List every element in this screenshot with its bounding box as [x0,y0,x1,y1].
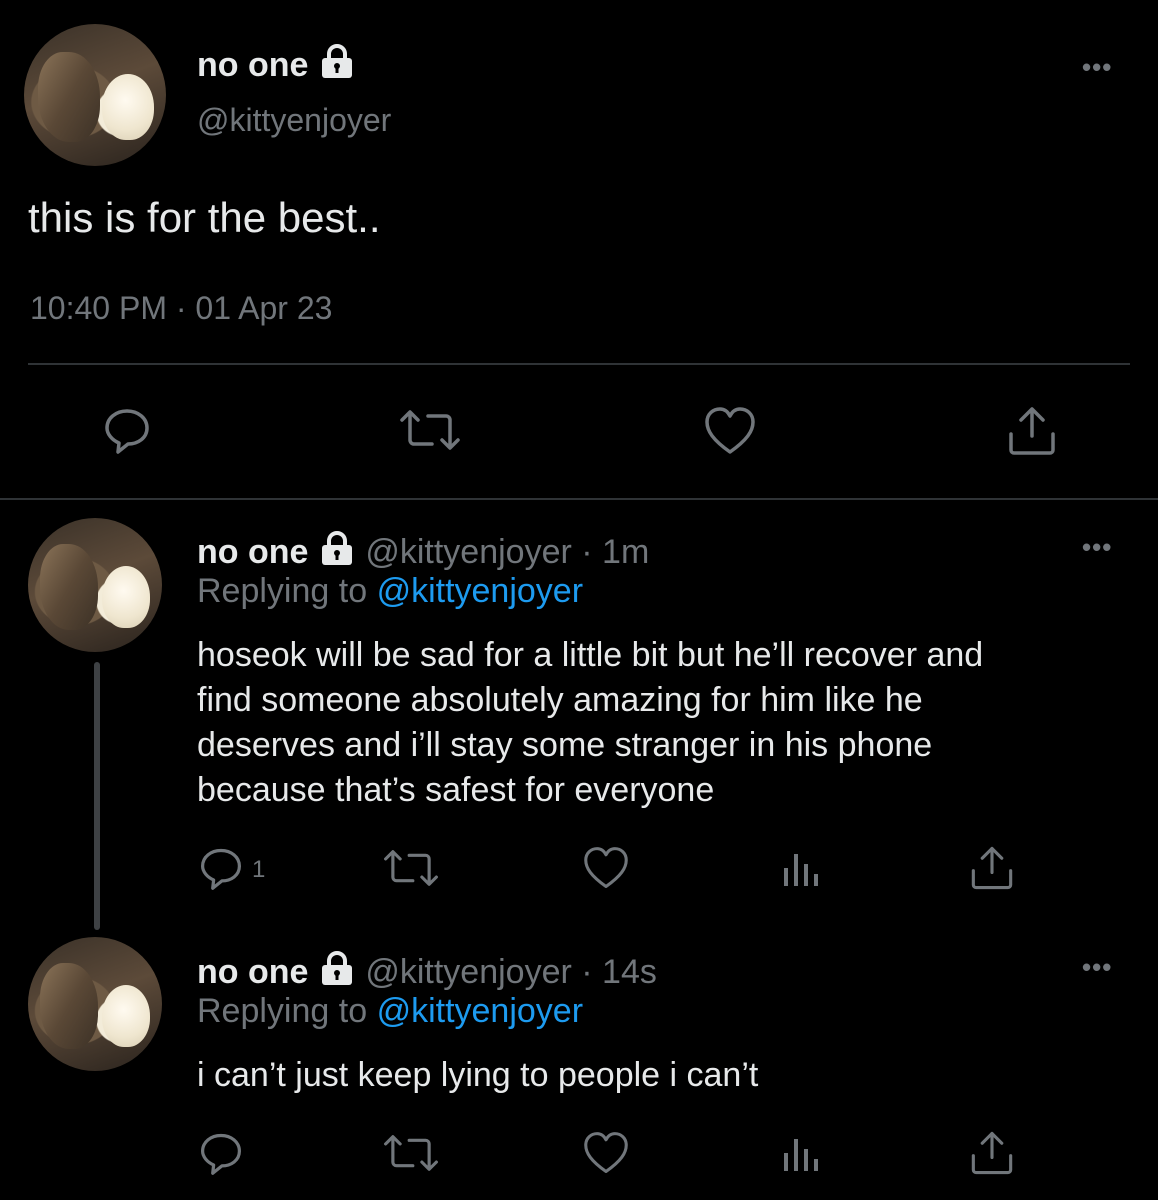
lamp-figure [102,985,150,1047]
text-line: hoseok will be sad for a little bit but … [197,636,984,674]
divider [0,498,1158,500]
cat-figure [40,963,98,1049]
tweet-text: this is for the best.. [28,194,381,241]
bar-chart-icon[interactable] [778,1133,822,1173]
handle-time[interactable]: @kittyenjoyer · 1m [365,533,649,571]
speech-bubble-icon[interactable] [198,845,244,891]
share-icon[interactable] [1005,404,1059,458]
divider [28,363,1130,365]
display-name[interactable]: no one [197,40,356,85]
heart-icon[interactable] [582,1131,630,1175]
more-options-button[interactable]: ••• [1082,532,1112,563]
replying-prefix: Replying to [197,572,368,610]
reply-text: hoseok will be sad for a little bit but … [197,633,983,813]
handle-time[interactable]: @kittyenjoyer · 14s [365,953,657,991]
mention-link[interactable]: @kittyenjoyer [377,572,583,610]
cat-figure [38,52,100,142]
timestamp[interactable]: 10:40 PM · 01 Apr 23 [30,290,332,327]
thread-line [94,662,100,930]
share-icon[interactable] [968,1129,1016,1177]
replying-to-line: Replying to @kittyenjoyer [197,992,583,1031]
display-name[interactable]: no one [197,533,308,571]
retweet-icon[interactable] [382,1133,440,1173]
avatar[interactable] [28,937,162,1071]
retweet-icon[interactable] [382,848,440,888]
retweet-icon[interactable] [398,408,462,452]
text-line: deserves and i’ll stay some stranger in … [197,726,933,764]
more-options-button[interactable]: ••• [1082,952,1112,983]
share-icon[interactable] [968,844,1016,892]
reply-text: i can’t just keep lying to people i can’… [197,1053,758,1098]
display-name[interactable]: no one [197,953,308,991]
replying-to-line: Replying to @kittyenjoyer [197,572,583,611]
padlock-icon [318,947,356,992]
replying-prefix: Replying to [197,992,368,1030]
avatar[interactable] [24,24,166,166]
heart-icon[interactable] [703,406,757,456]
bar-chart-icon[interactable] [778,848,822,888]
heart-icon[interactable] [582,846,630,890]
speech-bubble-icon[interactable] [102,405,152,455]
speech-bubble-icon[interactable] [198,1130,244,1176]
reply-header: no one @kittyenjoyer · 14s [197,947,657,992]
mention-link[interactable]: @kittyenjoyer [377,992,583,1030]
cat-figure [40,544,98,630]
more-options-button[interactable]: ••• [1082,52,1112,83]
text-line: i can’t just keep lying to people i can’… [197,1056,759,1094]
padlock-icon [318,527,356,572]
text-line: find someone absolutely amazing for him … [197,681,923,719]
lamp-figure [102,74,154,140]
lamp-figure [102,566,150,628]
padlock-icon [318,40,356,85]
reply-header: no one @kittyenjoyer · 1m [197,527,649,572]
handle[interactable]: @kittyenjoyer [197,102,391,139]
reply-count: 1 [252,856,266,883]
text-line: because that’s safest for everyone [197,771,715,809]
avatar[interactable] [28,518,162,652]
